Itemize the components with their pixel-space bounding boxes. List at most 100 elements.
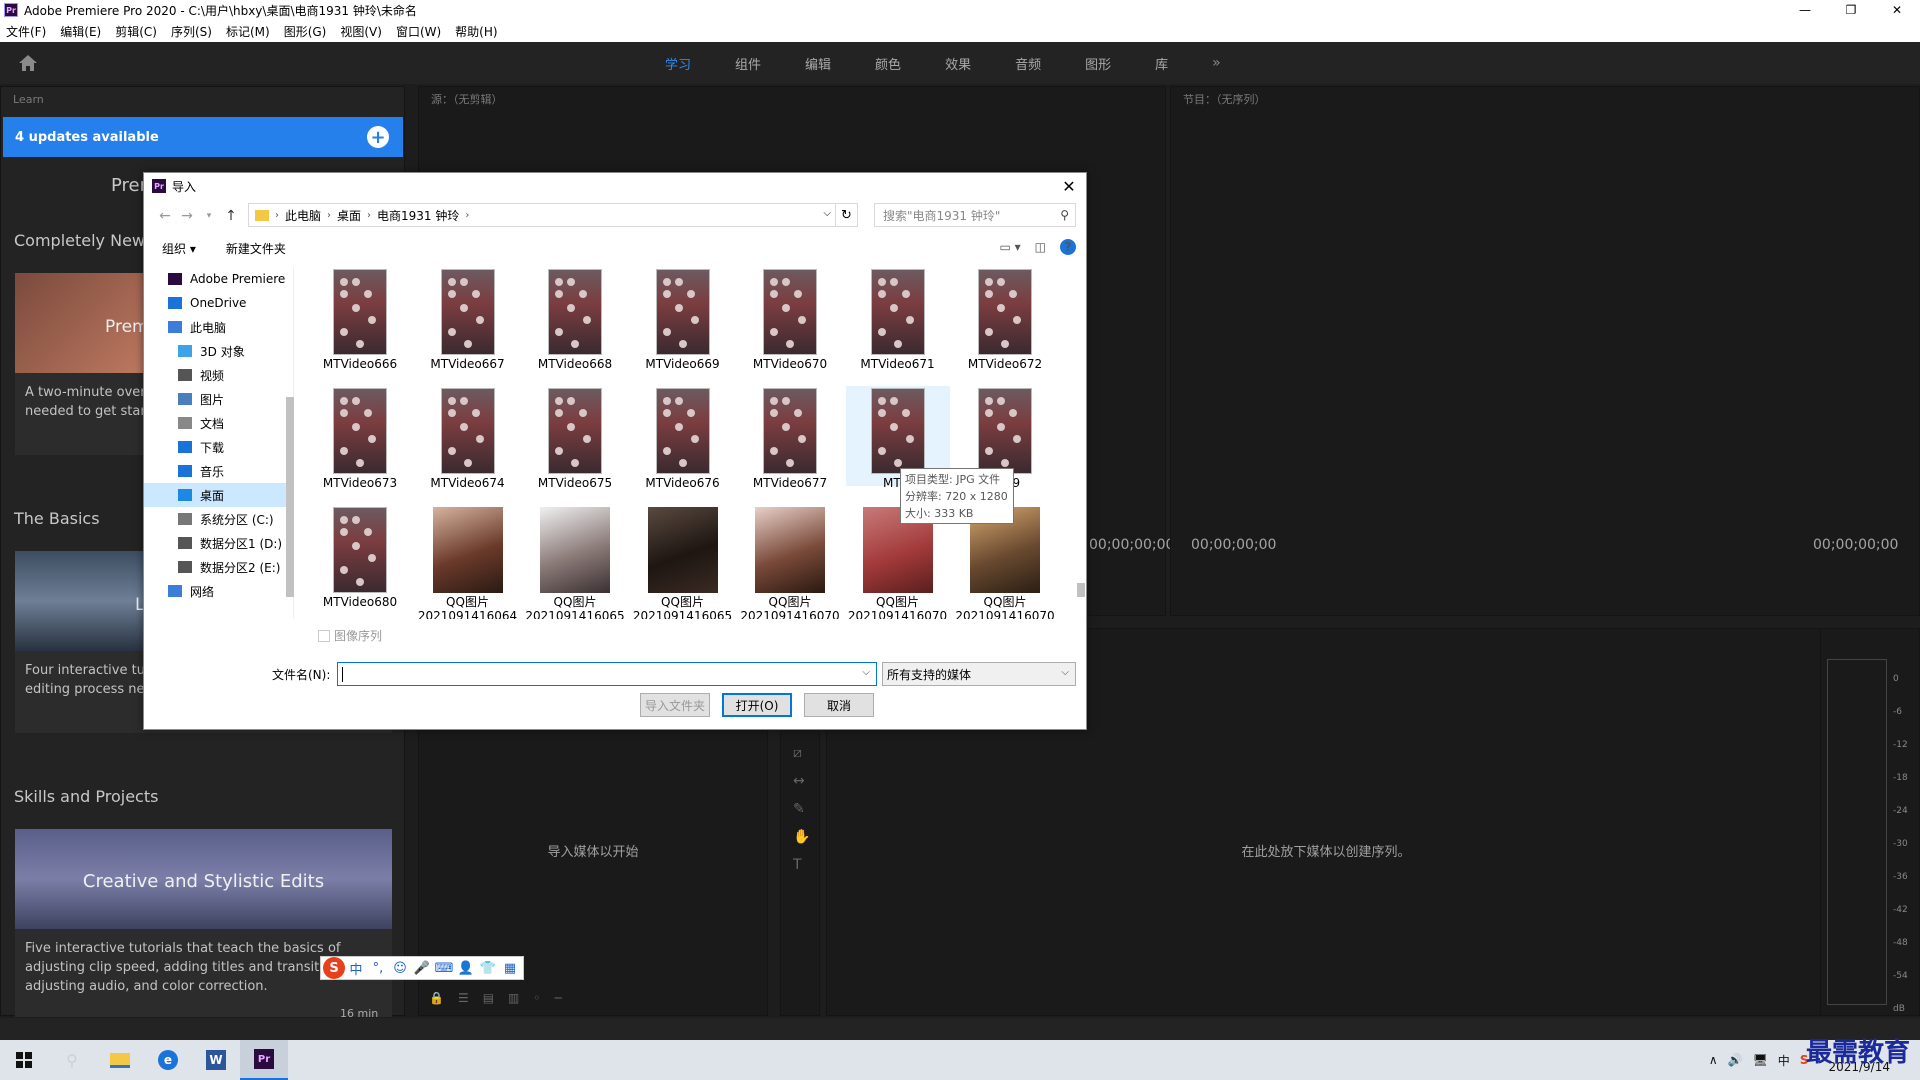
file-item[interactable]: MTVideo673 <box>308 386 412 490</box>
workspace-tab-learn[interactable]: 学习 <box>665 54 691 73</box>
source-timecode[interactable]: 00;00;00;00 <box>1089 537 1174 553</box>
menu-window[interactable]: 窗口(W) <box>396 23 441 40</box>
file-item[interactable]: MTVideo670 <box>738 267 842 371</box>
forward-arrow-icon[interactable]: → <box>176 208 198 224</box>
sogou-icon[interactable]: S <box>323 957 345 979</box>
nav-scrollbar[interactable] <box>284 267 294 619</box>
menu-view[interactable]: 视图(V) <box>340 23 382 40</box>
menu-edit[interactable]: 编辑(E) <box>60 23 101 40</box>
ime-indicator[interactable]: 中 <box>1778 1052 1790 1069</box>
workspace-tab-editing[interactable]: 编辑 <box>805 54 831 73</box>
nav-item[interactable]: 3D 对象 <box>144 339 293 363</box>
file-item[interactable]: QQ图片 2021091416070 <box>738 505 842 619</box>
nav-item[interactable]: 文档 <box>144 411 293 435</box>
refresh-icon[interactable]: ↻ <box>835 204 857 226</box>
up-arrow-icon[interactable]: ↑ <box>220 208 242 224</box>
file-item[interactable]: MTVideo672 <box>953 267 1057 371</box>
workspace-tab-audio[interactable]: 音频 <box>1015 54 1041 73</box>
menu-sequence[interactable]: 序列(S) <box>171 23 212 40</box>
workspace-tab-graphics[interactable]: 图形 <box>1085 54 1111 73</box>
nav-item[interactable]: 系统分区 (C:) <box>144 507 293 531</box>
plus-icon[interactable]: + <box>367 126 389 148</box>
nav-item[interactable]: 数据分区1 (D:) <box>144 531 293 555</box>
dialog-close-button[interactable]: ✕ <box>1052 173 1086 199</box>
word-icon[interactable]: W <box>192 1040 240 1080</box>
nav-item[interactable]: 此电脑 <box>144 315 293 339</box>
nav-item[interactable]: 音乐 <box>144 459 293 483</box>
nav-item[interactable]: 桌面 <box>144 483 293 507</box>
nav-item[interactable]: 图片 <box>144 387 293 411</box>
breadcrumb-desktop[interactable]: 桌面 <box>337 207 361 224</box>
program-panel-header[interactable]: 节目：（无序列） <box>1171 87 1919 111</box>
nav-item[interactable]: 数据分区2 (E:) <box>144 555 293 579</box>
network-icon[interactable]: 🖥 <box>1753 1053 1768 1067</box>
file-item[interactable]: MTVideo677 <box>738 386 842 490</box>
workspace-tab-color[interactable]: 颜色 <box>875 54 901 73</box>
file-item[interactable]: MTVideo669 <box>631 267 735 371</box>
menu-marker[interactable]: 标记(M) <box>226 23 270 40</box>
image-sequence-checkbox[interactable]: 图像序列 <box>318 627 382 644</box>
chevron-down-icon[interactable]: ⌵ <box>862 667 870 678</box>
organize-button[interactable]: 组织 ▾ <box>162 240 196 257</box>
nav-item[interactable]: 网络 <box>144 579 293 603</box>
maximize-button[interactable]: ❐ <box>1828 0 1874 20</box>
file-scrollbar[interactable] <box>1074 267 1088 619</box>
premiere-taskbar-icon[interactable]: Pr <box>240 1040 288 1080</box>
tool-icons[interactable]: ⧄ ↔ ✎ ✋ T <box>793 739 810 879</box>
file-item[interactable]: MTVideo675 <box>523 386 627 490</box>
ime-keyboard-icon[interactable]: ⌨ <box>433 961 455 976</box>
file-item[interactable]: MTVideo680 <box>308 505 412 609</box>
workspace-tab-assembly[interactable]: 组件 <box>735 54 761 73</box>
updates-banner[interactable]: 4 updates available + <box>3 117 403 157</box>
checkbox-icon[interactable] <box>318 629 330 642</box>
file-type-select[interactable]: 所有支持的媒体 ⌵ <box>882 662 1076 686</box>
home-icon[interactable] <box>18 54 38 72</box>
close-button[interactable]: ✕ <box>1874 0 1920 20</box>
source-panel-header[interactable]: 源：（无剪辑） <box>419 87 1165 111</box>
nav-item[interactable]: 视频 <box>144 363 293 387</box>
nav-item[interactable]: OneDrive <box>144 291 293 315</box>
breadcrumb-folder[interactable]: 电商1931 钟玲 <box>377 207 459 224</box>
nav-item[interactable]: Adobe Premiere <box>144 267 293 291</box>
file-item[interactable]: MTVideo676 <box>631 386 735 490</box>
file-item[interactable]: MTVideo674 <box>416 386 520 490</box>
workspace-tab-libraries[interactable]: 库 <box>1155 54 1168 73</box>
preview-pane-icon[interactable]: ◫ <box>1035 240 1046 254</box>
ime-user-icon[interactable]: 👤 <box>455 961 477 976</box>
file-explorer-icon[interactable] <box>96 1040 144 1080</box>
open-button[interactable]: 打开(O) <box>722 693 792 717</box>
ime-voice-icon[interactable]: 🎤 <box>411 961 433 976</box>
windows-start-icon[interactable] <box>0 1040 48 1080</box>
import-folder-button[interactable]: 导入文件夹 <box>640 693 710 717</box>
breadcrumb-this-pc[interactable]: 此电脑 <box>285 207 321 224</box>
menu-help[interactable]: 帮助(H) <box>455 23 497 40</box>
file-item[interactable]: QQ图片 2021091416065 <box>631 505 735 619</box>
ime-chinese-mode[interactable]: 中 <box>345 959 367 978</box>
edge-browser-icon[interactable]: e <box>144 1040 192 1080</box>
cancel-button[interactable]: 取消 <box>804 693 874 717</box>
workspace-tab-effects[interactable]: 效果 <box>945 54 971 73</box>
file-item[interactable]: QQ图片 2021091416065 <box>523 505 627 619</box>
ime-toolbar[interactable]: S 中 °, ☺ 🎤 ⌨ 👤 👕 ▦ <box>320 956 524 980</box>
search-icon[interactable]: ⚲ <box>48 1040 96 1080</box>
ime-skin-icon[interactable]: 👕 <box>477 961 499 976</box>
recent-locations-icon[interactable]: ▾ <box>198 211 220 221</box>
menu-graphics[interactable]: 图形(G) <box>284 23 327 40</box>
change-view-icon[interactable]: ▭ ▾ <box>999 240 1020 254</box>
project-footer-icons[interactable]: 🔒☰▤▥◦─ <box>429 991 576 1005</box>
file-item[interactable]: MTVideo671 <box>846 267 950 371</box>
search-input[interactable]: 搜索"电商1931 钟玲" ⚲ <box>874 203 1076 227</box>
menu-clip[interactable]: 剪辑(C) <box>115 23 157 40</box>
filename-input[interactable]: ⌵ <box>337 662 877 686</box>
file-item[interactable]: MTVideo666 <box>308 267 412 371</box>
file-item[interactable]: QQ图片 2021091416064 <box>416 505 520 619</box>
tray-overflow-icon[interactable]: ∧ <box>1709 1053 1718 1067</box>
program-timecode[interactable]: 00;00;00;00 <box>1191 537 1276 553</box>
volume-icon[interactable]: 🔊 <box>1728 1053 1743 1067</box>
menu-file[interactable]: 文件(F) <box>6 23 46 40</box>
file-item[interactable]: MTVideo667 <box>416 267 520 371</box>
help-icon[interactable]: ? <box>1060 239 1076 255</box>
tutorial-card-creative-edits[interactable]: Creative and Stylistic Edits Five intera… <box>15 829 392 1020</box>
new-folder-button[interactable]: 新建文件夹 <box>226 240 286 257</box>
more-workspaces-button[interactable]: » <box>1212 55 1221 71</box>
